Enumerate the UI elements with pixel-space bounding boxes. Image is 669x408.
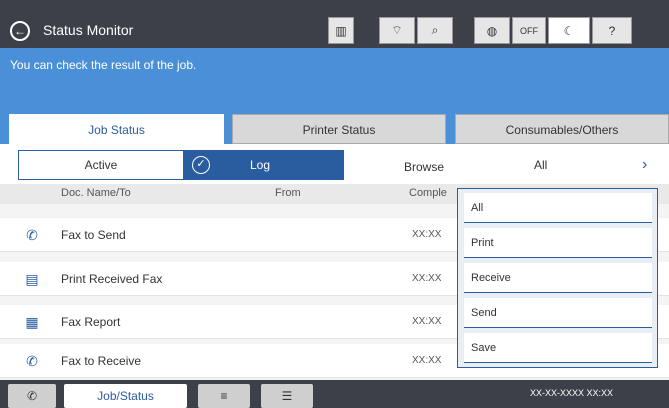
tab-consumables-others[interactable]: Consumables/Others bbox=[455, 114, 669, 144]
dropdown-option-receive[interactable]: Receive bbox=[464, 263, 652, 293]
row-time: XX:XX bbox=[412, 229, 442, 240]
wifi-direct-icon[interactable]: ⌕ bbox=[417, 17, 453, 44]
filter-toolbar: Active ✓ Log Browse All › bbox=[0, 144, 669, 184]
dropdown-option-save[interactable]: Save bbox=[464, 333, 652, 363]
printer-status-icon[interactable]: ▥ bbox=[328, 17, 354, 44]
column-header-complete: Comple bbox=[409, 187, 447, 199]
fax-icon[interactable]: ✆ bbox=[8, 384, 56, 408]
row-name: Fax to Receive bbox=[61, 354, 142, 368]
info-banner: You can check the result of the job. bbox=[0, 48, 669, 114]
row-name: Fax to Send bbox=[61, 228, 126, 242]
dropdown-option-print[interactable]: Print bbox=[464, 228, 652, 258]
row-time: XX:XX bbox=[412, 273, 442, 284]
row-name: Fax Report bbox=[61, 315, 121, 329]
browse-select[interactable]: All › bbox=[456, 150, 669, 180]
job-status-button[interactable]: Job/Status bbox=[64, 384, 187, 408]
banner-message: You can check the result of the job. bbox=[10, 58, 197, 72]
sleep-icon[interactable]: ☾ bbox=[548, 17, 590, 44]
page-title: Status Monitor bbox=[43, 22, 134, 38]
checkmark-icon: ✓ bbox=[192, 156, 210, 174]
row-name: Print Received Fax bbox=[61, 272, 163, 286]
dropdown-option-send[interactable]: Send bbox=[464, 298, 652, 328]
off-mode-icon[interactable]: OFF bbox=[512, 17, 546, 44]
mode-icon-group: ◍ OFF ☾ ? bbox=[474, 17, 632, 44]
column-header-doc: Doc. Name/To bbox=[61, 187, 131, 199]
dropdown-option-all[interactable]: All bbox=[464, 193, 652, 223]
help-icon[interactable]: ? bbox=[592, 17, 632, 44]
bottom-bar: ✆ Job/Status ≡ ☰ XX-XX-XXXX XX:XX bbox=[0, 380, 669, 408]
row-time: XX:XX bbox=[412, 355, 442, 366]
tab-job-status[interactable]: Job Status bbox=[9, 114, 224, 144]
back-arrow-icon[interactable]: ← bbox=[10, 21, 30, 41]
browse-label: Browse bbox=[404, 160, 445, 174]
status-icon-group: ▥ bbox=[328, 17, 354, 44]
active-toggle-button[interactable]: Active bbox=[18, 150, 184, 180]
wifi-status-icon[interactable]: ⌔ bbox=[379, 17, 415, 44]
column-header-from: From bbox=[275, 187, 301, 199]
menu-icon[interactable]: ☰ bbox=[261, 384, 313, 408]
nfc-icon[interactable]: ◍ bbox=[474, 17, 510, 44]
log-label: Log bbox=[250, 158, 271, 172]
chevron-right-icon: › bbox=[642, 156, 648, 173]
row-time: XX:XX bbox=[412, 316, 442, 327]
fax-receive-icon: ✆ bbox=[26, 353, 38, 369]
queue-icon[interactable]: ≡ bbox=[198, 384, 250, 408]
title-bar: ← Status Monitor ▥ ⌔ ⌕ ◍ OFF ☾ ? bbox=[0, 0, 669, 48]
log-toggle-button[interactable]: ✓ Log bbox=[184, 150, 344, 180]
tab-printer-status[interactable]: Printer Status bbox=[232, 114, 446, 144]
browse-value: All bbox=[534, 158, 548, 172]
tab-bar: Job Status Printer Status Consumables/Ot… bbox=[0, 114, 669, 144]
fax-send-icon: ✆ bbox=[26, 227, 38, 243]
datetime-display: XX-XX-XXXX XX:XX bbox=[530, 388, 614, 398]
fax-report-icon: ▦ bbox=[25, 314, 39, 330]
network-icon-group: ⌔ ⌕ bbox=[379, 17, 453, 44]
print-received-fax-icon: ▤ bbox=[25, 271, 39, 287]
browse-dropdown: All Print Receive Send Save bbox=[457, 188, 658, 368]
